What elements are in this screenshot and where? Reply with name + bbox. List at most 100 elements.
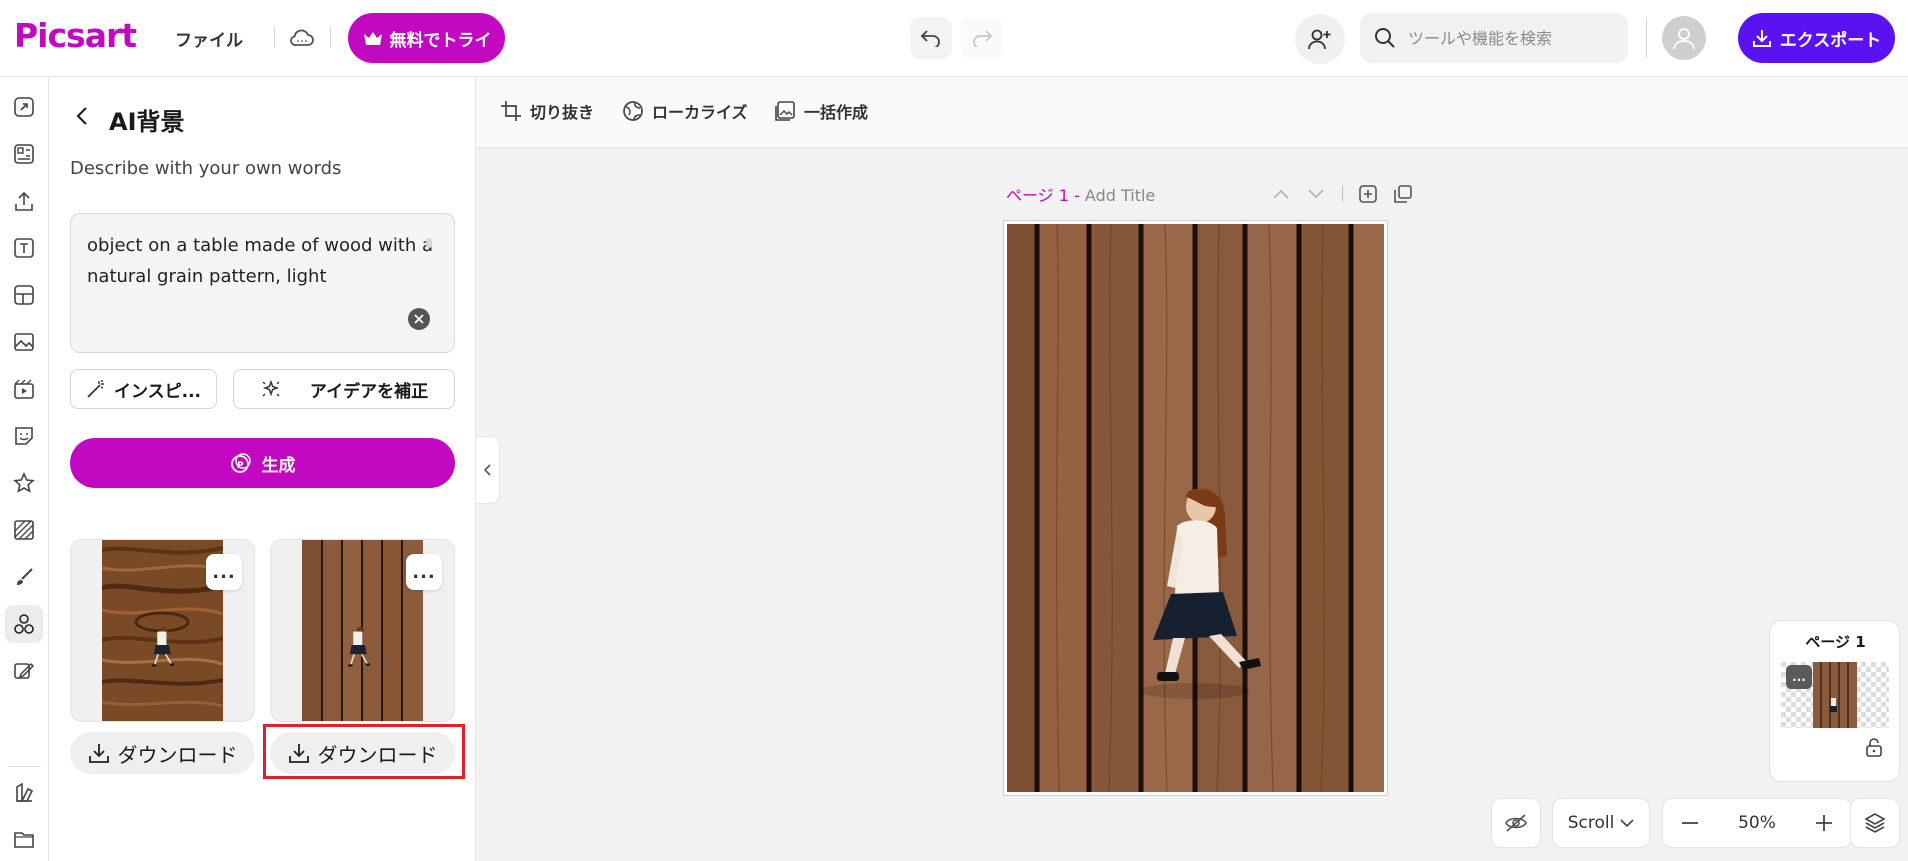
export-label: エクスポート — [1779, 30, 1882, 51]
free-trial-label: 無料でトライ — [389, 30, 492, 51]
zoom-in-button[interactable] — [1811, 810, 1837, 836]
svg-text:P: P — [237, 461, 244, 471]
divider — [330, 26, 331, 48]
duplicate-page-button[interactable] — [1391, 182, 1415, 206]
layers-button[interactable] — [1850, 798, 1900, 848]
search-box[interactable] — [1360, 13, 1628, 63]
card-more-button[interactable]: ... — [206, 554, 242, 590]
magic-wand-icon — [87, 380, 104, 398]
add-person-icon — [1308, 29, 1331, 50]
pages-panel: ページ 1 ... — [1769, 620, 1900, 782]
scroll-mode-select[interactable]: Scroll — [1552, 798, 1650, 848]
tool-rail — [0, 77, 49, 861]
download-label: ダウンロード — [117, 742, 238, 767]
folder-icon — [14, 832, 34, 848]
collapse-panel-button[interactable] — [476, 436, 500, 504]
rail-layout[interactable] — [5, 276, 43, 314]
enhance-idea-label: アイデアを補正 — [309, 381, 429, 402]
result-card[interactable]: ... — [70, 539, 255, 722]
page-up-button[interactable] — [1269, 182, 1293, 206]
zoom-out-button[interactable] — [1677, 810, 1703, 836]
thumbnail-more-button[interactable]: ... — [1786, 665, 1812, 689]
add-title-field[interactable]: Add Title — [1085, 186, 1155, 205]
zoom-control: 50% — [1662, 798, 1852, 848]
result-card[interactable]: ... — [270, 539, 455, 722]
chevron-down-icon — [1308, 189, 1324, 199]
user-icon — [1673, 28, 1695, 50]
download-icon — [88, 744, 109, 763]
file-menu[interactable]: ファイル — [175, 26, 243, 51]
favorites-icon — [13, 472, 35, 493]
hide-toggle-button[interactable] — [1491, 798, 1541, 848]
cloud-save-button[interactable] — [286, 24, 318, 52]
inspire-button[interactable]: インスピ... — [70, 369, 217, 409]
free-trial-button[interactable]: 無料でトライ — [348, 13, 505, 63]
add-page-icon — [1359, 185, 1377, 203]
prompt-scrollbar[interactable] — [426, 238, 432, 248]
lock-page-button[interactable] — [1863, 736, 1885, 758]
inspire-label: インスピ... — [113, 381, 202, 402]
chevron-left-icon — [483, 464, 491, 476]
prompt-textarea[interactable]: object on a table made of wood with a na… — [70, 213, 455, 353]
layers-icon — [1864, 813, 1886, 833]
rail-video[interactable] — [5, 370, 43, 408]
crop-label: 切り抜き — [530, 103, 595, 122]
export-button[interactable]: エクスポート — [1738, 13, 1895, 63]
text-icon — [14, 238, 34, 258]
rail-text[interactable] — [5, 229, 43, 267]
rail-backgrounds[interactable] — [5, 511, 43, 549]
eye-off-icon — [1505, 814, 1527, 832]
batch-create-button[interactable]: 一括作成 — [774, 99, 868, 123]
page-title-bar[interactable]: ページ 1 - Add Title — [1006, 182, 1155, 206]
draw-icon — [17, 568, 33, 585]
cloud-icon — [290, 29, 314, 46]
generate-button[interactable]: P 生成 — [70, 438, 455, 488]
enhance-idea-button[interactable]: アイデアを補正 — [233, 369, 455, 409]
ai-background-panel: AI背景 Describe with your own words object… — [49, 77, 476, 861]
crop-button[interactable]: 切り抜き — [500, 99, 594, 123]
search-input[interactable] — [1408, 28, 1608, 48]
rail-resize[interactable] — [5, 88, 43, 126]
rail-upload[interactable] — [5, 182, 43, 220]
rail-templates[interactable] — [5, 135, 43, 173]
globe-icon — [623, 101, 643, 121]
back-button[interactable] — [69, 103, 95, 129]
divider — [1342, 186, 1343, 202]
redo-button[interactable] — [961, 17, 1003, 59]
canvas-image[interactable] — [1007, 224, 1384, 792]
download-button[interactable]: ダウンロード — [70, 732, 255, 774]
rail-ai-tools[interactable] — [5, 605, 43, 643]
zoom-level[interactable]: 50% — [1738, 813, 1776, 833]
close-icon — [414, 314, 424, 324]
localize-label: ローカライズ — [652, 103, 748, 122]
rail-folder[interactable] — [5, 820, 43, 858]
divider — [274, 26, 275, 48]
add-page-button[interactable] — [1356, 182, 1380, 206]
photos-icon — [14, 333, 34, 351]
rail-stickers[interactable] — [5, 417, 43, 455]
search-icon — [1375, 28, 1395, 48]
undo-icon — [920, 30, 940, 47]
picsart-logo[interactable]: Picsart — [14, 16, 137, 55]
rail-photos[interactable] — [5, 323, 43, 361]
minus-icon — [1682, 822, 1698, 824]
page-down-button[interactable] — [1304, 182, 1328, 206]
download-icon — [1752, 30, 1771, 47]
result-image-2 — [302, 540, 423, 721]
undo-button[interactable] — [910, 17, 952, 59]
invite-collaborator-button[interactable] — [1295, 14, 1345, 64]
unlock-icon — [1866, 738, 1882, 757]
canvas-artboard[interactable] — [1003, 220, 1388, 796]
rail-favorites[interactable] — [5, 464, 43, 502]
localize-button[interactable]: ローカライズ — [622, 99, 748, 123]
card-more-button[interactable]: ... — [406, 554, 442, 590]
divider — [1646, 18, 1647, 58]
redo-icon — [973, 30, 993, 47]
crop-icon — [501, 101, 521, 121]
avatar[interactable] — [1662, 16, 1706, 60]
rail-palette[interactable] — [5, 773, 43, 811]
rail-brand-kit[interactable] — [5, 652, 43, 690]
clear-prompt-button[interactable] — [408, 308, 430, 330]
result-image-1 — [102, 540, 223, 721]
rail-draw[interactable] — [5, 558, 43, 596]
